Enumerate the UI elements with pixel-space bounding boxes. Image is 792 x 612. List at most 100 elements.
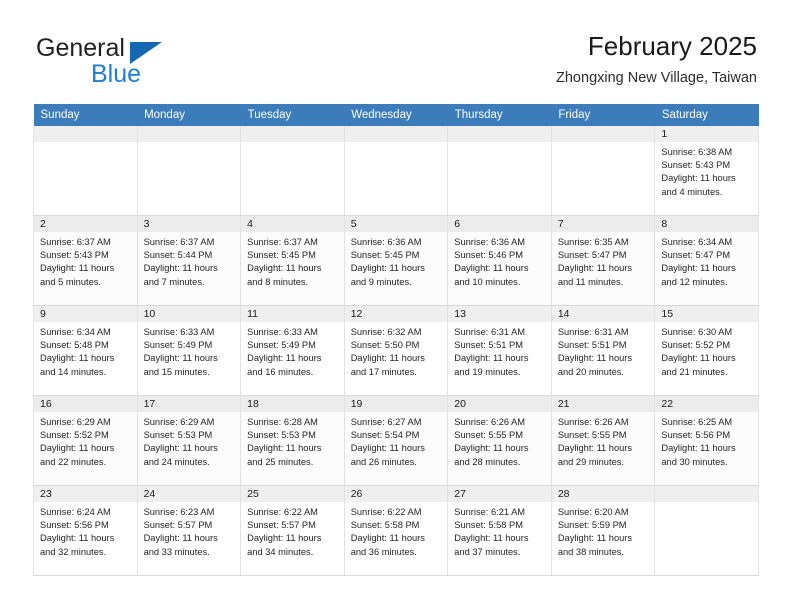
day-cell[interactable]: 8 Sunrise: 6:34 AM Sunset: 5:47 PM Daylight… [654, 215, 759, 306]
calendar-body: 1 Sunrise: 6:38 AM Sunset: 5:43 PM Daylight… [33, 126, 759, 576]
day-number: 25 [241, 486, 344, 502]
daylight-text-line1: Daylight: 11 hours [247, 443, 322, 454]
daylight-text-line1: Daylight: 11 hours [557, 263, 633, 274]
sunrise-text: Sunrise: 6:24 AM [40, 507, 111, 517]
sunset-text: Sunset: 5:55 PM [454, 430, 523, 441]
day-cell[interactable]: 12 Sunrise: 6:32 AM Sunset: 5:50 PM Dayligh… [343, 305, 449, 396]
sunset-text: Sunset: 5:53 PM [143, 430, 213, 441]
daylight-text-line2: and 14 minutes. [40, 366, 107, 377]
sunrise-text: Sunrise: 6:37 AM [143, 237, 215, 247]
daylight-text-line2: and 8 minutes. [247, 276, 309, 287]
weekday-header-friday: Friday [551, 104, 655, 126]
sunrise-text: Sunrise: 6:26 AM [454, 417, 526, 427]
day-cell[interactable]: 22 Sunrise: 6:25 AM Sunset: 5:56 PM Dayligh… [654, 395, 759, 486]
sunrise-text: Sunrise: 6:20 AM [557, 507, 629, 517]
day-cell[interactable]: 26 Sunrise: 6:22 AM Sunset: 5:58 PM Dayligh… [343, 485, 449, 576]
daylight-text-line2: and 20 minutes. [557, 366, 624, 377]
weekday-header-sunday: Sunday [33, 104, 138, 126]
daylight-text-line1: Daylight: 11 hours [454, 263, 529, 274]
day-cell[interactable]: 24 Sunrise: 6:23 AM Sunset: 5:57 PM Dayligh… [136, 485, 242, 576]
day-cell[interactable]: 10 Sunrise: 6:33 AM Sunset: 5:49 PM Dayligh… [136, 305, 242, 396]
daylight-text-line1: Daylight: 11 hours [350, 533, 425, 544]
daylight-text-line1: Daylight: 11 hours [557, 443, 633, 454]
daylight-text-line1: Daylight: 11 hours [454, 533, 529, 544]
day-number: 9 [34, 306, 137, 322]
daylight-text-line1: Daylight: 11 hours [350, 443, 425, 454]
daylight-text-line2: and 36 minutes. [350, 546, 417, 557]
logo-text-general: General [36, 34, 125, 62]
sunrise-text: Sunrise: 6:25 AM [661, 417, 733, 427]
day-cell-empty [447, 126, 552, 216]
sunset-text: Sunset: 5:43 PM [40, 250, 109, 261]
day-number: 12 [344, 306, 448, 322]
weekday-header-tuesday: Tuesday [240, 104, 345, 126]
day-cell[interactable]: 1 Sunrise: 6:38 AM Sunset: 5:43 PM Daylight… [654, 126, 759, 216]
day-cell[interactable]: 27 Sunrise: 6:21 AM Sunset: 5:58 PM Dayligh… [447, 485, 552, 576]
day-cell[interactable]: 14 Sunrise: 6:31 AM Sunset: 5:51 PM Dayligh… [550, 305, 656, 396]
day-number: 24 [137, 486, 241, 502]
daylight-text-line2: and 19 minutes. [454, 366, 521, 377]
day-cell[interactable]: 11 Sunrise: 6:33 AM Sunset: 5:49 PM Dayligh… [240, 305, 345, 396]
logo-text-blue: Blue [91, 60, 142, 88]
daylight-text-line2: and 24 minutes. [143, 456, 210, 467]
sunset-text: Sunset: 5:53 PM [247, 430, 316, 441]
day-cell[interactable]: 6 Sunrise: 6:36 AM Sunset: 5:46 PM Daylight… [447, 215, 552, 306]
day-cell[interactable]: 16 Sunrise: 6:29 AM Sunset: 5:52 PM Dayligh… [33, 395, 138, 486]
daylight-text-line2: and 37 minutes. [454, 546, 521, 557]
day-cell[interactable]: 21 Sunrise: 6:26 AM Sunset: 5:55 PM Dayligh… [550, 395, 656, 486]
sunrise-text: Sunrise: 6:38 AM [661, 147, 733, 157]
calendar-table: Sunday Monday Tuesday Wednesday Thursday… [33, 104, 759, 576]
sunset-text: Sunset: 5:52 PM [661, 340, 731, 351]
daylight-text-line1: Daylight: 11 hours [143, 533, 218, 544]
daylight-text-line2: and 4 minutes. [661, 186, 723, 197]
day-number: 17 [137, 396, 241, 412]
sunset-text: Sunset: 5:45 PM [350, 250, 420, 261]
sunrise-text: Sunrise: 6:36 AM [454, 237, 526, 247]
day-number [344, 126, 448, 142]
calendar-page: General Blue February 2025 Zhongxing New… [0, 0, 792, 612]
day-cell[interactable]: 20 Sunrise: 6:26 AM Sunset: 5:55 PM Dayligh… [447, 395, 552, 486]
day-cell[interactable]: 13 Sunrise: 6:31 AM Sunset: 5:51 PM Dayligh… [447, 305, 552, 396]
daylight-text-line2: and 17 minutes. [350, 366, 417, 377]
sunrise-text: Sunrise: 6:29 AM [143, 417, 215, 427]
daylight-text-line1: Daylight: 11 hours [661, 263, 736, 274]
sunrise-text: Sunrise: 6:32 AM [350, 327, 422, 337]
sunrise-text: Sunrise: 6:28 AM [247, 417, 318, 427]
sunrise-text: Sunrise: 6:34 AM [661, 237, 733, 247]
daylight-text-line2: and 5 minutes. [40, 276, 101, 287]
day-cell[interactable]: 23 Sunrise: 6:24 AM Sunset: 5:56 PM Dayligh… [33, 485, 138, 576]
day-cell[interactable]: 19 Sunrise: 6:27 AM Sunset: 5:54 PM Dayligh… [343, 395, 449, 486]
day-cell[interactable]: 3 Sunrise: 6:37 AM Sunset: 5:44 PM Daylight… [136, 215, 242, 306]
weekday-header-wednesday: Wednesday [344, 104, 448, 126]
sunset-text: Sunset: 5:57 PM [247, 520, 316, 531]
sunset-text: Sunset: 5:58 PM [350, 520, 420, 531]
day-cell[interactable]: 28 Sunrise: 6:20 AM Sunset: 5:59 PM Dayligh… [550, 485, 656, 576]
daylight-text-line1: Daylight: 11 hours [247, 533, 322, 544]
sunrise-text: Sunrise: 6:34 AM [40, 327, 111, 337]
sunrise-text: Sunrise: 6:33 AM [247, 327, 318, 337]
day-cell[interactable]: 5 Sunrise: 6:36 AM Sunset: 5:45 PM Daylight… [343, 215, 449, 306]
day-cell[interactable]: 2 Sunrise: 6:37 AM Sunset: 5:43 PM Daylight… [33, 215, 138, 306]
daylight-text-line1: Daylight: 11 hours [661, 353, 736, 364]
day-cell[interactable]: 9 Sunrise: 6:34 AM Sunset: 5:48 PM Daylight… [33, 305, 138, 396]
day-cell[interactable]: 7 Sunrise: 6:35 AM Sunset: 5:47 PM Daylight… [550, 215, 656, 306]
daylight-text-line2: and 12 minutes. [661, 276, 728, 287]
day-number [241, 126, 344, 142]
day-cell[interactable]: 15 Sunrise: 6:30 AM Sunset: 5:52 PM Dayligh… [654, 305, 759, 396]
daylight-text-line1: Daylight: 11 hours [661, 173, 736, 184]
day-number: 22 [655, 396, 758, 412]
sunrise-text: Sunrise: 6:35 AM [557, 237, 629, 247]
sunset-text: Sunset: 5:55 PM [557, 430, 627, 441]
sunset-text: Sunset: 5:51 PM [557, 340, 627, 351]
sunrise-text: Sunrise: 6:36 AM [350, 237, 422, 247]
calendar-week-row: 16 Sunrise: 6:29 AM Sunset: 5:52 PM Dayligh… [33, 395, 759, 486]
day-number: 10 [137, 306, 241, 322]
daylight-text-line2: and 22 minutes. [40, 456, 107, 467]
day-cell[interactable]: 25 Sunrise: 6:22 AM Sunset: 5:57 PM Dayligh… [240, 485, 345, 576]
day-cell[interactable]: 4 Sunrise: 6:37 AM Sunset: 5:45 PM Daylight… [240, 215, 345, 306]
day-number [655, 486, 758, 502]
page-header: General Blue February 2025 Zhongxing New… [0, 0, 792, 104]
day-cell[interactable]: 18 Sunrise: 6:28 AM Sunset: 5:53 PM Dayligh… [240, 395, 345, 486]
day-cell[interactable]: 17 Sunrise: 6:29 AM Sunset: 5:53 PM Dayligh… [136, 395, 242, 486]
daylight-text-line2: and 15 minutes. [143, 366, 210, 377]
